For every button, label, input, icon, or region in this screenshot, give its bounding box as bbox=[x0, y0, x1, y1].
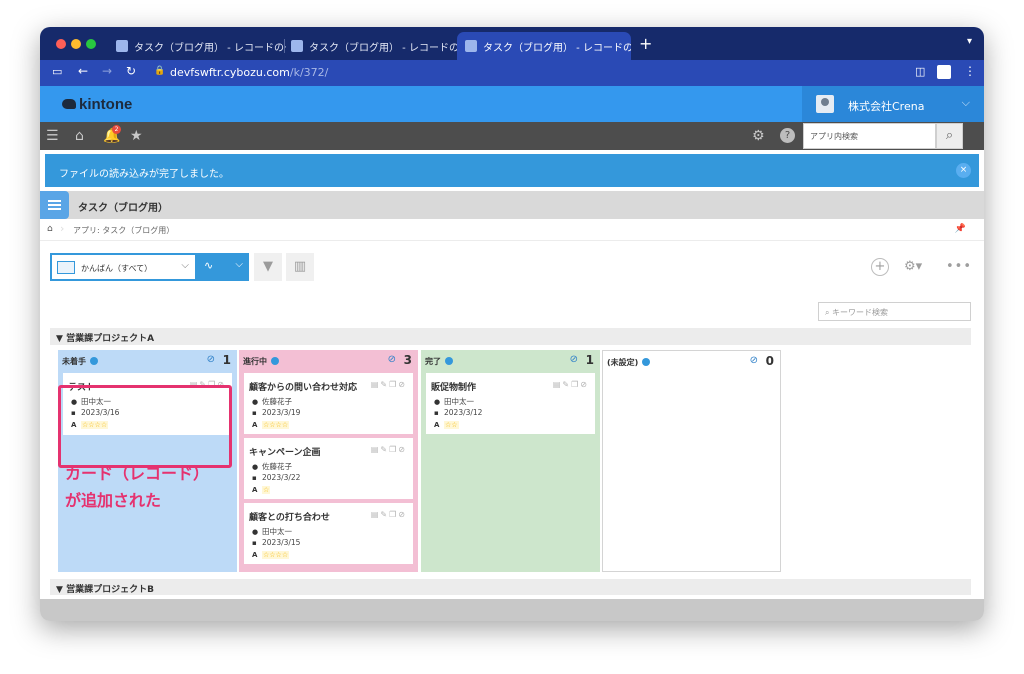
calendar-icon: ▪ bbox=[252, 474, 257, 482]
person-icon: ● bbox=[434, 398, 441, 406]
card-actions-icon[interactable]: ▤✎❐⊘ bbox=[371, 445, 407, 454]
kanban-column: 完了 ⊘ 1 販促物制作 ▤✎❐⊘ ● 田中太一 ▪ 2023/3/12 A ☆☆ bbox=[421, 350, 600, 572]
close-notification-icon[interactable]: × bbox=[956, 163, 971, 178]
app-search-input[interactable]: アプリ内検索 bbox=[803, 123, 936, 149]
person-icon: ● bbox=[252, 528, 259, 536]
filter-icon[interactable]: ▼ bbox=[254, 253, 282, 281]
kintone-favicon-icon bbox=[116, 40, 128, 52]
address-bar: ▭ ← → ↻ 🔒 devfswftr.cybozu.com/k/372/ ◫ … bbox=[40, 60, 984, 86]
chevron-down-icon: ⌵ bbox=[181, 260, 189, 271]
profile-avatar-icon[interactable] bbox=[937, 65, 951, 79]
user-avatar bbox=[816, 95, 834, 113]
table-view-icon bbox=[57, 261, 75, 274]
hamburger-menu-icon[interactable]: ☰ bbox=[46, 128, 59, 144]
home-icon[interactable]: ⌂ bbox=[75, 128, 84, 144]
home-icon[interactable]: ⌂ bbox=[47, 224, 53, 234]
chevron-down-icon: ⌵ bbox=[961, 96, 970, 109]
hidden-eye-icon[interactable]: ⊘ bbox=[388, 354, 396, 365]
person-icon: ● bbox=[252, 398, 259, 406]
back-icon[interactable]: ← bbox=[78, 64, 88, 78]
browser-window: タスク（ブログ用） - レコードの一覧 タスク（ブログ用） - レコードの一覧 … bbox=[40, 27, 984, 621]
browser-tab-active[interactable]: タスク（ブログ用） - レコードの一 × bbox=[457, 32, 631, 60]
notification-banner: ファイルの読み込みが完了しました。 × bbox=[45, 154, 979, 187]
line-graph-icon: ∿ bbox=[204, 259, 214, 272]
kanban-column: 進行中 ⊘ 3 顧客からの問い合わせ対応 ▤✎❐⊘ ● 佐藤花子 ▪ 2023/3/… bbox=[239, 350, 418, 572]
gear-icon[interactable]: ⚙ bbox=[752, 128, 765, 144]
view-selector[interactable]: かんばん（すべて） ⌵ bbox=[50, 253, 197, 281]
breadcrumb: ⌂ › アプリ: タスク（ブログ用） 📌 bbox=[40, 219, 984, 241]
kanban-card[interactable]: 顧客からの問い合わせ対応 ▤✎❐⊘ ● 佐藤花子 ▪ 2023/3/19 A ☆☆☆☆ bbox=[244, 373, 413, 434]
rating-stars: ☆☆ bbox=[444, 421, 459, 429]
info-icon[interactable] bbox=[445, 357, 453, 365]
notification-badge: 2 bbox=[112, 125, 121, 134]
browser-tab[interactable]: タスク（ブログ用） - レコードの一覧 bbox=[283, 32, 457, 60]
kintone-favicon-icon bbox=[465, 40, 477, 52]
gear-icon[interactable]: ⚙▾ bbox=[904, 259, 922, 274]
hidden-eye-icon[interactable]: ⊘ bbox=[750, 355, 758, 366]
new-tab-button[interactable]: + bbox=[639, 34, 652, 53]
search-icon: ⌕ bbox=[825, 308, 830, 317]
collapse-triangle-icon: ▼ bbox=[56, 334, 63, 344]
calendar-icon: ▪ bbox=[434, 409, 439, 417]
app-list-icon[interactable] bbox=[40, 191, 69, 219]
kanban-card[interactable]: 顧客との打ち合わせ ▤✎❐⊘ ● 田中太一 ▪ 2023/3/15 A ☆☆☆☆ bbox=[244, 503, 413, 564]
rating-stars: ☆ bbox=[262, 486, 271, 494]
kanban-card[interactable]: キャンペーン企画 ▤✎❐⊘ ● 佐藤花子 ▪ 2023/3/22 A ☆ bbox=[244, 438, 413, 499]
close-window-button[interactable] bbox=[56, 39, 66, 49]
calendar-icon: ▪ bbox=[252, 539, 257, 547]
browser-tab[interactable]: タスク（ブログ用） - レコードの一覧 bbox=[108, 32, 286, 60]
search-icon[interactable]: ⌕ bbox=[936, 123, 963, 149]
pin-icon[interactable]: 📌 bbox=[955, 224, 966, 234]
url-field[interactable]: devfswftr.cybozu.com/k/372/ bbox=[170, 66, 328, 79]
group-header[interactable]: ▼ 営業課プロジェクトA bbox=[50, 328, 971, 345]
card-actions-icon[interactable]: ▤✎❐⊘ bbox=[553, 380, 589, 389]
app-title[interactable]: タスク（ブログ用） bbox=[78, 199, 168, 214]
breadcrumb-app[interactable]: アプリ: タスク（ブログ用） bbox=[73, 225, 174, 236]
calendar-icon: ▪ bbox=[252, 409, 257, 417]
kintone-logo[interactable]: kintone bbox=[62, 96, 132, 113]
zoom-window-button[interactable] bbox=[86, 39, 96, 49]
help-icon[interactable]: ? bbox=[780, 128, 795, 143]
new-card-highlight bbox=[58, 385, 232, 468]
bar-chart-icon[interactable]: ▥ bbox=[286, 253, 314, 281]
reader-mode-icon[interactable]: ◫ bbox=[915, 65, 925, 78]
minimize-window-button[interactable] bbox=[71, 39, 81, 49]
person-icon: ● bbox=[252, 463, 259, 471]
bottom-bar bbox=[40, 599, 984, 621]
collapse-triangle-icon: ▼ bbox=[56, 585, 63, 595]
tab-list-chevron-icon[interactable]: ▾ bbox=[967, 36, 972, 47]
info-icon[interactable] bbox=[271, 357, 279, 365]
info-icon[interactable] bbox=[642, 358, 651, 366]
reload-icon[interactable]: ↻ bbox=[126, 64, 136, 78]
annotation-text: カード（レコード） が追加された bbox=[65, 464, 210, 510]
browser-menu-icon[interactable]: ⋮ bbox=[964, 64, 976, 78]
kintone-bird-icon bbox=[62, 99, 76, 109]
sidebar-toggle-icon[interactable]: ▭ bbox=[52, 65, 62, 78]
hidden-eye-icon[interactable]: ⊘ bbox=[570, 354, 578, 365]
card-actions-icon[interactable]: ▤✎❐⊘ bbox=[371, 380, 407, 389]
lock-icon: 🔒 bbox=[154, 66, 166, 76]
rating-stars: ☆☆☆☆ bbox=[262, 421, 290, 429]
kanban-column: (未設定) ⊘ 0 bbox=[602, 350, 781, 572]
card-actions-icon[interactable]: ▤✎❐⊘ bbox=[371, 510, 407, 519]
rating-stars: ☆☆☆☆ bbox=[262, 551, 290, 559]
company-menu[interactable]: 株式会社Crena ⌵ bbox=[802, 86, 984, 122]
hidden-eye-icon[interactable]: ⊘ bbox=[207, 354, 215, 365]
keyword-search-input[interactable]: ⌕ キーワード検索 bbox=[818, 302, 971, 321]
chevron-down-icon: ⌵ bbox=[235, 259, 243, 270]
browser-tab-bar: タスク（ブログ用） - レコードの一覧 タスク（ブログ用） - レコードの一覧 … bbox=[40, 27, 984, 60]
group-header[interactable]: ▼ 営業課プロジェクトB bbox=[50, 579, 971, 595]
kintone-favicon-icon bbox=[291, 40, 303, 52]
graph-view-button[interactable]: ∿ ⌵ bbox=[197, 253, 249, 281]
forward-icon[interactable]: → bbox=[102, 64, 112, 78]
more-options-icon[interactable]: ••• bbox=[946, 259, 972, 274]
kanban-card[interactable]: 販促物制作 ▤✎❐⊘ ● 田中太一 ▪ 2023/3/12 A ☆☆ bbox=[426, 373, 595, 434]
app-title-band: タスク（ブログ用） bbox=[40, 191, 984, 219]
add-record-button[interactable]: + bbox=[871, 258, 889, 276]
kintone-header: kintone 株式会社Crena ⌵ bbox=[40, 86, 984, 122]
info-icon[interactable] bbox=[90, 357, 98, 365]
star-icon[interactable]: ★ bbox=[130, 128, 143, 144]
